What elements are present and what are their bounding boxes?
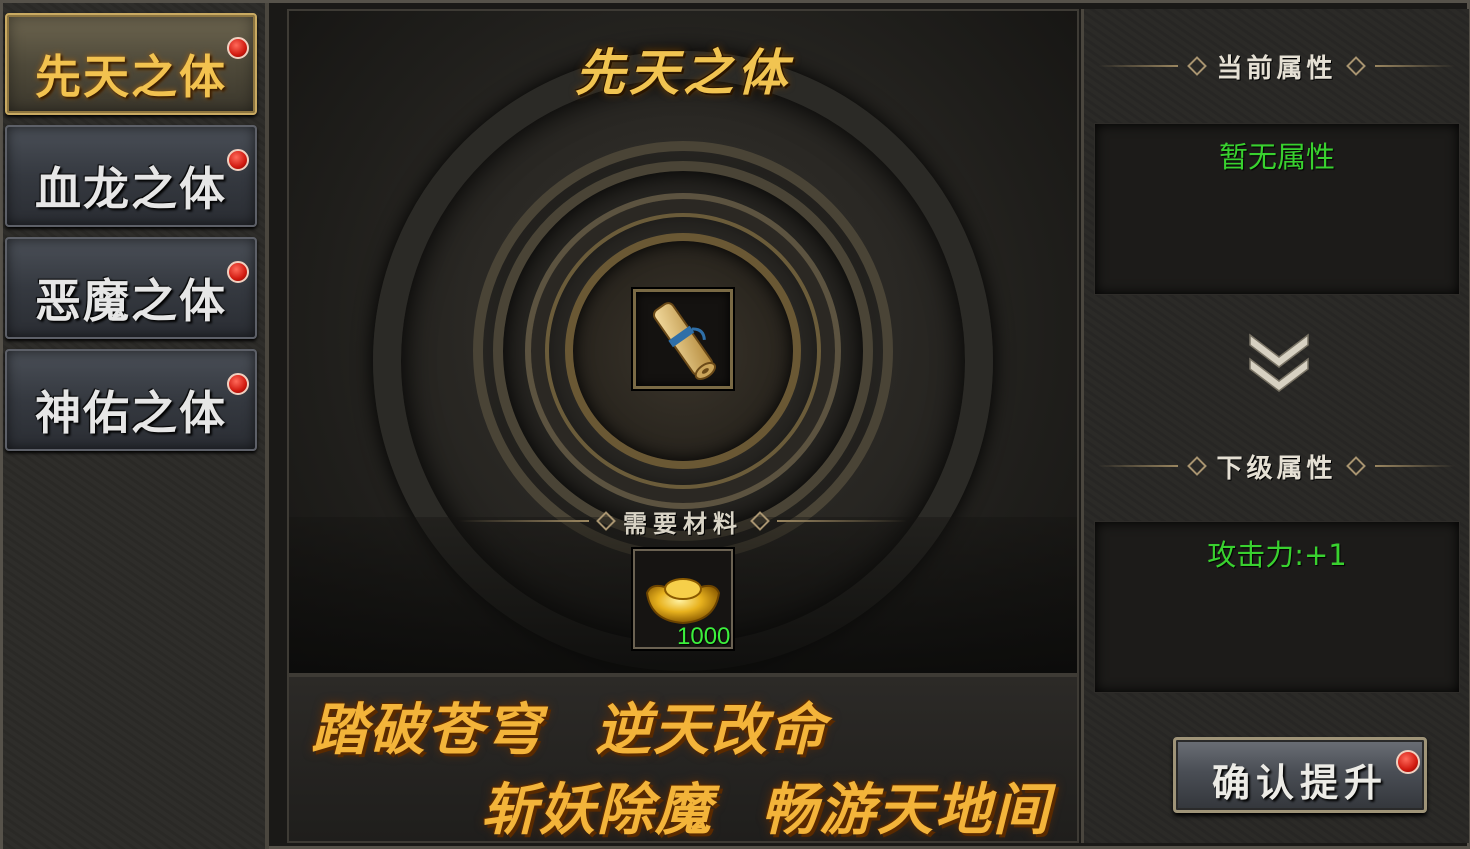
current-attr-heading: 当前属性 xyxy=(1216,53,1337,84)
alert-dot-icon xyxy=(227,37,249,59)
double-chevron-down-icon xyxy=(1249,333,1309,392)
sidebar-item-label: 血龙之体 xyxy=(35,162,227,216)
sidebar-item-label: 恶魔之体 xyxy=(35,274,227,328)
next-attr-box: 攻击力:+1 xyxy=(1094,521,1460,693)
alert-dot-icon xyxy=(227,373,249,395)
divider xyxy=(459,520,589,522)
alert-dot-icon xyxy=(227,261,249,283)
confirm-upgrade-button[interactable]: 确认提升 xyxy=(1173,737,1427,813)
next-attr-heading: 下级属性 xyxy=(1216,453,1337,484)
diamond-ornament-icon xyxy=(1187,456,1208,476)
next-attr-heading-row: 下级属性 xyxy=(1084,441,1469,491)
sidebar-item-label: 先天之体 xyxy=(35,50,227,104)
diamond-ornament-icon xyxy=(1187,56,1208,76)
materials-heading-row: 需要材料 xyxy=(289,501,1077,541)
body-type-sidebar: 先天之体 血龙之体 恶魔之体 神佑之体 xyxy=(3,3,269,849)
sidebar-item-emo[interactable]: 恶魔之体 xyxy=(5,237,257,339)
alert-dot-icon xyxy=(227,149,249,171)
current-attr-box: 暂无属性 xyxy=(1094,123,1460,295)
game-window: 先天之体 血龙之体 恶魔之体 神佑之体 先天之体 需要材料 1000 踏破苍穹 … xyxy=(0,0,1470,849)
attributes-panel: 当前属性 暂无属性 下级属性 攻击力:+1 xyxy=(1081,9,1469,843)
divider xyxy=(777,520,907,522)
sidebar-item-shenyou[interactable]: 神佑之体 xyxy=(5,349,257,451)
slogan-line1-right: 逆天改命 xyxy=(595,698,827,763)
alert-dot-icon xyxy=(1396,750,1420,774)
confirm-upgrade-label: 确认提升 xyxy=(1211,760,1388,805)
slogan-line1-left: 踏破苍穹 xyxy=(311,698,543,763)
material-count: 1000 xyxy=(677,623,731,650)
sidebar-item-xuelong[interactable]: 血龙之体 xyxy=(5,125,257,227)
diamond-ornament-icon xyxy=(750,511,770,531)
item-slot[interactable] xyxy=(633,289,733,389)
slogan-banner: 踏破苍穹 逆天改命 斩妖除魔 畅游天地间 xyxy=(287,675,1079,843)
upgrade-panel: 先天之体 需要材料 1000 xyxy=(287,9,1079,675)
sidebar-item-label: 神佑之体 xyxy=(35,386,227,440)
divider xyxy=(1098,465,1179,467)
next-attr-value: 攻击力:+1 xyxy=(1207,538,1347,572)
slogan-line2-left: 斩妖除魔 xyxy=(481,778,713,843)
sidebar-item-xiantian[interactable]: 先天之体 xyxy=(5,13,257,115)
divider xyxy=(1374,65,1455,67)
divider xyxy=(1374,465,1455,467)
current-attr-value: 暂无属性 xyxy=(1218,140,1335,174)
diamond-ornament-icon xyxy=(1345,56,1366,76)
materials-heading: 需要材料 xyxy=(623,508,743,538)
scroll-icon xyxy=(652,302,717,380)
divider xyxy=(1098,65,1179,67)
current-attr-heading-row: 当前属性 xyxy=(1084,41,1469,91)
slogan-line2-right: 畅游天地间 xyxy=(761,778,1051,843)
diamond-ornament-icon xyxy=(1345,456,1366,476)
diamond-ornament-icon xyxy=(596,511,616,531)
panel-title: 先天之体 xyxy=(575,43,791,102)
